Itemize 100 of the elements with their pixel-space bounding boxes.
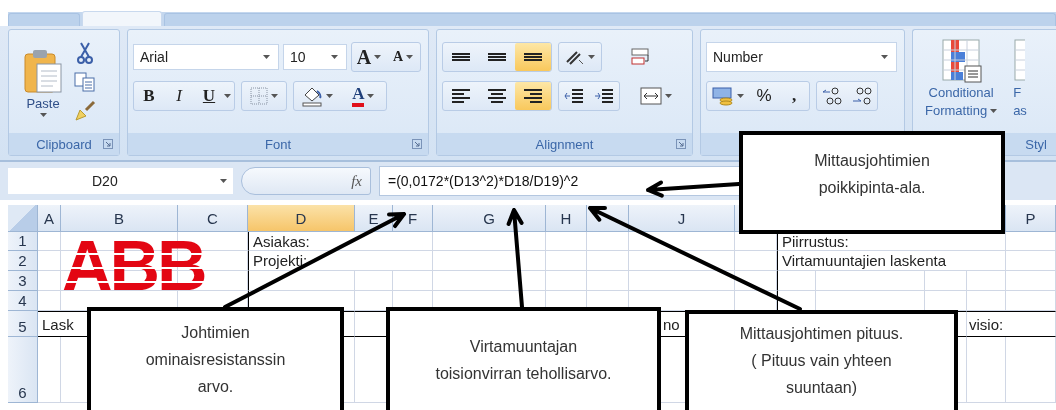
vertical-align-button[interactable] — [515, 43, 551, 71]
sheet-cell[interactable]: visio: — [967, 311, 1056, 337]
sheet-cell[interactable]: Asiakas: — [248, 232, 433, 251]
sheet-cell[interactable] — [248, 271, 355, 291]
cell-text: visio: — [969, 315, 1004, 333]
sheet-cell[interactable] — [546, 232, 587, 251]
group-label: Alignment — [535, 136, 594, 152]
callout-tooltip: Johtimien ominaisresistanssin arvo. — [87, 307, 344, 410]
cell-text: Piirrustus: — [782, 232, 849, 250]
bold-button[interactable]: B — [134, 82, 164, 110]
dialog-launcher-icon[interactable] — [412, 139, 422, 149]
sheet-cell[interactable] — [1006, 291, 1056, 311]
sheet-cell[interactable] — [433, 271, 546, 291]
caret-icon — [990, 109, 998, 113]
row-header[interactable]: 3 — [8, 271, 38, 291]
cell-text: Projekti: — [253, 252, 308, 269]
sheet-cell[interactable] — [1006, 232, 1056, 251]
sheet-cell[interactable] — [587, 232, 629, 251]
button-label: as — [1013, 102, 1027, 120]
sheet-cell[interactable] — [777, 271, 816, 291]
column-header[interactable]: G — [433, 205, 546, 232]
sheet-cell[interactable] — [587, 251, 629, 271]
caret-icon — [326, 94, 334, 98]
column-header[interactable]: D — [248, 205, 355, 232]
decrease-indent-icon — [564, 88, 584, 104]
dialog-launcher-icon[interactable] — [676, 139, 686, 149]
caret-icon — [271, 94, 279, 98]
font-color-button[interactable]: A — [340, 82, 387, 110]
sheet-cell[interactable] — [587, 271, 629, 291]
sheet-cell[interactable] — [355, 271, 393, 291]
slanted-text-icon — [565, 48, 585, 66]
bottom-align-icon — [524, 53, 542, 61]
callout-tooltip: Virtamuuntajan toisionvirran tehollisarvo. — [386, 307, 661, 410]
row-header[interactable]: 2 — [8, 251, 38, 271]
percent-button[interactable]: % — [749, 82, 779, 110]
decrease-decimal-icon — [851, 86, 873, 106]
paintbrush-icon[interactable] — [74, 100, 96, 122]
orientation-button[interactable] — [558, 42, 602, 72]
row-header[interactable]: 4 — [8, 291, 38, 311]
borders-icon — [250, 87, 269, 105]
sheet-cell[interactable] — [629, 271, 735, 291]
column-header[interactable]: P — [1006, 205, 1056, 232]
sheet-cell[interactable] — [433, 251, 546, 271]
column-header[interactable]: H — [546, 205, 587, 232]
button-label: F — [1013, 84, 1022, 102]
sheet-cell[interactable] — [1006, 337, 1056, 403]
group-label: Styl — [1025, 136, 1047, 152]
sheet-cell[interactable] — [735, 271, 777, 291]
font-size-field[interactable]: 10 — [283, 44, 347, 70]
sheet-cell[interactable] — [629, 251, 735, 271]
italic-button[interactable]: I — [164, 82, 194, 110]
column-header[interactable]: C — [178, 205, 248, 232]
row-header[interactable]: 1 — [8, 232, 38, 251]
sheet-cell[interactable] — [546, 251, 587, 271]
dialog-launcher-icon[interactable] — [103, 139, 113, 149]
sheet-cell[interactable] — [1006, 271, 1056, 291]
money-icon — [712, 86, 734, 106]
sheet-cell[interactable] — [629, 232, 735, 251]
sheet-cell[interactable] — [967, 337, 1006, 403]
column-header[interactable]: B — [61, 205, 178, 232]
increase-indent-icon — [594, 88, 614, 104]
sheet-cell[interactable] — [967, 271, 1006, 291]
sheet-cell[interactable] — [967, 291, 1006, 311]
row-header[interactable]: 5 — [8, 311, 38, 337]
sheet-cell[interactable]: Projekti: — [248, 251, 433, 271]
caret-icon — [224, 94, 231, 98]
sheet-cell[interactable] — [393, 271, 433, 291]
name-box[interactable]: D20 — [8, 168, 233, 194]
sheet-cell[interactable] — [433, 232, 546, 251]
cell-text: Virtamuuntajien laskenta — [782, 252, 946, 269]
conditional-formatting-button[interactable]: Conditional Formatting — [925, 38, 998, 133]
caret-icon — [881, 55, 888, 59]
button-label: Formatting — [925, 102, 988, 120]
column-header[interactable]: J — [629, 205, 735, 232]
paste-button[interactable]: Paste — [14, 47, 72, 117]
horizontal-align-button[interactable] — [515, 82, 551, 110]
sheet-cell[interactable] — [925, 271, 967, 291]
column-header[interactable]: A — [38, 205, 61, 232]
sheet-cell[interactable] — [735, 251, 777, 271]
comma-button[interactable]: , — [779, 82, 809, 110]
font-name-field[interactable]: Arial — [133, 44, 279, 70]
number-format-field[interactable]: Number — [706, 42, 897, 72]
top-align-icon — [452, 53, 470, 61]
colored-table-icon — [939, 38, 984, 84]
scissors-icon[interactable] — [76, 42, 94, 64]
align-left-icon — [452, 89, 470, 103]
row-header[interactable]: 6 — [8, 337, 38, 403]
sheet-cell[interactable] — [816, 271, 925, 291]
grow-font-button[interactable]: A — [352, 43, 386, 71]
underline-button[interactable]: U — [194, 82, 224, 110]
sheet-cell[interactable] — [1006, 251, 1056, 271]
caret-icon — [406, 55, 414, 59]
insert-function-button[interactable]: fx — [241, 167, 371, 195]
shrink-font-button[interactable]: A — [386, 43, 420, 71]
callout-tooltip: Mittausjohtimien poikkipinta-ala. — [739, 131, 1005, 234]
sheet-cell[interactable]: Virtamuuntajien laskenta — [777, 251, 1006, 271]
copy-icon[interactable] — [74, 72, 96, 92]
sheet-cell[interactable] — [546, 271, 587, 291]
caret-icon — [331, 55, 338, 59]
format-as-table-button[interactable]: F as — [1013, 38, 1027, 133]
